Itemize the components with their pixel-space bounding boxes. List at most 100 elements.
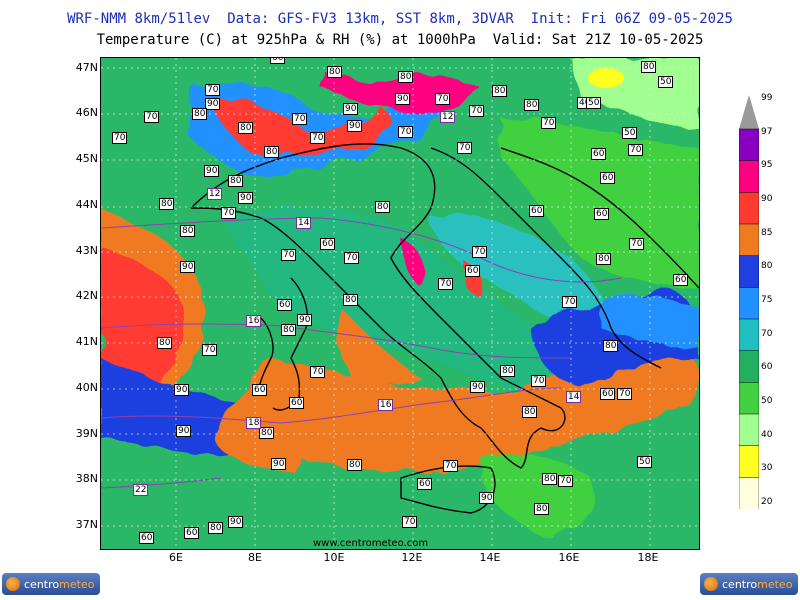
rh-contour-label: 80 [492, 85, 508, 97]
rh-contour-label: 90 [228, 516, 244, 528]
rh-contour-label: 70 [310, 132, 326, 144]
colorbar-tick-label: 40 [761, 429, 773, 440]
rh-contour-label: 80 [398, 71, 414, 83]
lat-label: 44N [75, 198, 98, 211]
lat-label: 47N [75, 61, 98, 74]
rh-contour-label: 70 [472, 246, 488, 258]
rh-contour-label: 90 [479, 492, 495, 504]
rh-contour-label: 90 [176, 425, 192, 437]
watermark-text: www.centrometeo.com [313, 538, 428, 549]
rh-contour-label: 80 [228, 175, 244, 187]
weather-map: www.centrometeo.com 60 80 80 70 80 90 70 90 80 90… [100, 57, 700, 550]
colorbar-segment [739, 477, 759, 509]
lat-label: 45N [75, 152, 98, 165]
rh-contour-label: 60 [465, 265, 481, 277]
rh-contour-label: 80 [641, 61, 657, 73]
rh-contour-label: 60 [289, 397, 305, 409]
rh-contour-label: 90 [347, 120, 363, 132]
rh-contour-label: 80 [208, 522, 224, 534]
rh-contour-label: 70 [205, 84, 221, 96]
rh-contour-label: 60 [591, 148, 607, 160]
rh-contour-label: 70 [281, 249, 297, 261]
lat-label: 43N [75, 244, 98, 257]
rh-contour-label: 70 [541, 117, 557, 129]
rh-contour-label: 80 [347, 459, 363, 471]
rh-contour-label: 70 [438, 278, 454, 290]
isotherm-label: 16 [378, 399, 394, 411]
colorbar-segment [739, 128, 759, 162]
rh-contour-label: 60 [320, 238, 336, 250]
rh-contour-label: 70 [558, 475, 574, 487]
rh-contour-label: 70 [531, 375, 547, 387]
rh-contour-label: 80 [192, 108, 208, 120]
isotherm-label: 22 [133, 484, 149, 496]
rh-contour-label: 90 [271, 458, 287, 470]
rh-contour-label: 50 [622, 127, 638, 139]
lon-label: 10E [323, 551, 345, 564]
rh-contour-label: 80 [343, 294, 359, 306]
rh-contour-label: 80 [180, 225, 196, 237]
rh-colorbar [739, 95, 759, 509]
rh-contour-label: 80 [281, 324, 297, 336]
rh-contour-label: 80 [375, 201, 391, 213]
rh-contour-label: 80 [238, 122, 254, 134]
rh-contour-label: 90 [470, 381, 486, 393]
rh-contour-label: 60 [417, 478, 433, 490]
lon-label: 6E [169, 551, 183, 564]
rh-contour-label: 60 [600, 388, 616, 400]
rh-contour-label: 70 [443, 460, 459, 472]
rh-contour-label: 60 [277, 299, 293, 311]
colorbar-tick-label: 95 [761, 160, 773, 171]
colorbar-segment [739, 160, 759, 194]
isotherm-label: 14 [296, 217, 312, 229]
colorbar-segment [739, 382, 759, 415]
rh-contour-label: 80 [327, 66, 343, 78]
rh-contour-label: 60 [184, 527, 200, 539]
colorbar-tick-label: 99 [761, 93, 773, 103]
rh-contour-label: 80 [522, 406, 538, 418]
lat-label: 38N [75, 472, 98, 485]
colorbar-tick-label: 50 [761, 396, 773, 406]
rh-contour-label: 60 [270, 58, 286, 64]
rh-contour-label: 50 [586, 97, 602, 109]
rh-contour-label: 90 [395, 93, 411, 105]
rh-contour-label: 80 [264, 146, 280, 158]
colorbar-segment [739, 192, 759, 225]
logo-globe-icon [704, 577, 718, 591]
lon-label: 8E [248, 551, 262, 564]
colorbar-segment [739, 223, 759, 257]
colorbar-segment [739, 445, 759, 479]
rh-contour-label: 80 [534, 503, 550, 515]
rh-contour-label: 90 [180, 261, 196, 273]
isotherm-label: 12 [440, 111, 456, 123]
rh-contour-label: 50 [658, 76, 674, 88]
rh-contour-label: 70 [202, 344, 218, 356]
colorbar-top-triangle [739, 95, 759, 129]
rh-contour-label: 80 [524, 99, 540, 111]
rh-contour-label: 80 [603, 340, 619, 352]
rh-contour-label: 70 [617, 388, 633, 400]
rh-contour-label: 80 [159, 198, 175, 210]
colorbar-tick-label: 70 [761, 328, 773, 339]
isotherm-label: 12 [207, 188, 223, 200]
rh-contour-label: 60 [139, 532, 155, 544]
rh-contour-label: 70 [112, 132, 128, 144]
rh-contour-label: 70 [629, 238, 645, 250]
rh-contour-label: 90 [297, 314, 313, 326]
colorbar-tick-label: 90 [761, 194, 773, 204]
lon-label: 12E [401, 551, 423, 564]
rh-contour-label: 80 [500, 365, 516, 377]
rh-contour-label: 70 [398, 126, 414, 138]
colorbar-segment [739, 350, 759, 384]
lat-label: 42N [75, 289, 98, 302]
rh-contour-label: 80 [596, 253, 612, 265]
isotherm-label: 16 [246, 315, 262, 327]
colorbar-tick-label: 85 [761, 227, 773, 238]
rh-contour-label: 80 [157, 337, 173, 349]
lat-label: 40N [75, 381, 98, 394]
rh-contour-label: 90 [204, 165, 220, 177]
rh-contour-label: 70 [221, 207, 237, 219]
rh-contour-label: 60 [529, 205, 545, 217]
colorbar-segment [739, 287, 759, 320]
colorbar-tick-label: 80 [761, 261, 773, 272]
